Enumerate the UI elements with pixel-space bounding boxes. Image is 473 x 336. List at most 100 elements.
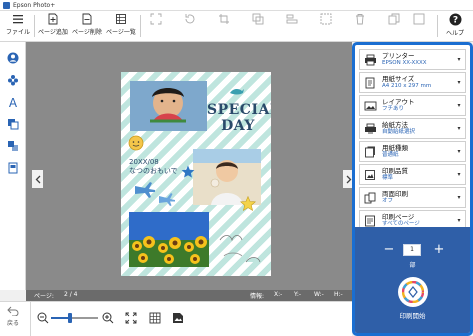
paper-size-selector[interactable]: 用紙サイズ A4 210 x 297 mm ▾ (359, 72, 466, 93)
page-indicator-value: 2 / 4 (64, 291, 78, 298)
template-tool-button[interactable] (5, 160, 21, 176)
layer-tool-button[interactable] (250, 13, 266, 40)
zoom-out-icon[interactable] (37, 312, 49, 324)
page-indicator-label: ページ: (34, 293, 54, 300)
photo-watermelon[interactable] (130, 81, 207, 131)
layout-icon (363, 99, 377, 113)
page-list-label: ページ一覧 (106, 29, 136, 36)
date-note[interactable]: 20XX/08 なつのおもいで (129, 158, 178, 176)
chevron-down-icon: ▾ (457, 102, 461, 109)
bird-stamp-icon[interactable] (229, 86, 245, 96)
paper-size-title: 用紙サイズ (382, 75, 415, 83)
zoom-slider[interactable] (51, 313, 98, 323)
title-bar: Epson Photo+ (0, 0, 473, 11)
start-print-button[interactable] (398, 277, 428, 307)
frame-tool-button[interactable] (5, 116, 21, 132)
print-quality-title: 印刷品質 (382, 167, 408, 175)
layer-icon (252, 13, 264, 25)
fit-to-window-icon[interactable] (125, 312, 137, 324)
group-tool-button[interactable] (318, 13, 334, 40)
sun-stamp-icon[interactable] (127, 134, 145, 152)
duplex-value: オフ (382, 198, 394, 204)
sunflower-photo-image (129, 212, 209, 267)
status-bar: ページ: 2 / 4 情報: X:- Y:- W:- H:- (26, 290, 352, 301)
chevron-right-icon (346, 175, 351, 183)
paper-feed-title: 給紙方法 (382, 121, 408, 129)
background-tool-button[interactable] (5, 138, 21, 154)
back-label: 戻る (6, 320, 19, 327)
paper-size-value: A4 210 x 297 mm (382, 83, 432, 89)
heading-line-1: SPECIAL (207, 102, 271, 118)
back-button[interactable]: 戻る (4, 306, 22, 332)
x-coordinate: X:- (274, 291, 283, 298)
stamp-tool-button[interactable] (5, 72, 21, 88)
print-pages-icon (363, 214, 377, 228)
print-pages-title: 印刷ページ (382, 213, 415, 221)
crop-tool-button[interactable] (216, 13, 232, 40)
paper-size-icon (363, 76, 377, 90)
app-icon (3, 1, 10, 9)
date-note-line-1: 20XX/08 (129, 158, 159, 166)
toolbar-divider (34, 15, 35, 37)
page-list-icon (116, 14, 126, 24)
copy-tool-button[interactable] (386, 13, 402, 40)
toolbar-divider (140, 15, 141, 37)
add-page-button[interactable]: ページ追加 (38, 13, 68, 40)
person-tool-button[interactable] (5, 50, 21, 66)
delete-tool-button[interactable] (352, 13, 368, 40)
paper-type-selector[interactable]: 用紙種類 普通紙 ▾ (359, 141, 466, 162)
copies-input[interactable]: 1 (403, 244, 421, 256)
paper-feed-selector[interactable]: 給紙方法 自動給紙選択 ▾ (359, 118, 466, 139)
zoom-slider-fill (51, 317, 70, 319)
printer-selector[interactable]: プリンター EPSON XX-XXXX ▾ (359, 49, 466, 70)
more-tool-button[interactable] (411, 13, 427, 40)
duplex-title: 両面印刷 (382, 190, 408, 198)
help-button[interactable]: ? ヘルプ (442, 13, 468, 40)
fit-tool-button[interactable] (148, 13, 164, 40)
duplex-selector[interactable]: 両面印刷 オフ ▾ (359, 187, 466, 208)
file-menu-button[interactable]: ファイル (6, 13, 30, 40)
zoom-in-icon[interactable] (102, 312, 114, 324)
decrease-copies-button[interactable]: − (382, 243, 396, 257)
more-icon (413, 13, 425, 25)
paper-feed-icon (363, 122, 377, 136)
increase-copies-button[interactable]: + (432, 243, 446, 257)
starfish-stamp-icon[interactable] (181, 165, 195, 179)
airplane-stamps-icon[interactable] (133, 176, 183, 210)
bottom-toolbar: 戻る (0, 301, 352, 336)
printer-text: プリンター EPSON XX-XXXX (382, 52, 455, 67)
next-page-button[interactable] (343, 170, 352, 188)
image-icon[interactable] (172, 312, 184, 324)
align-tool-button[interactable] (284, 13, 300, 40)
paper-type-icon (363, 145, 377, 159)
doodle-stamps-icon[interactable] (216, 232, 266, 272)
rotate-tool-button[interactable] (182, 13, 198, 40)
paper-feed-value: 自動給紙選択 (382, 129, 416, 135)
left-tool-rail: A (0, 42, 26, 290)
template-icon (8, 162, 18, 174)
page-heading[interactable]: SPECIAL DAY (207, 102, 271, 134)
zoom-slider-thumb[interactable] (67, 313, 72, 323)
print-quality-selector[interactable]: 印刷品質 標準 ▾ (359, 164, 466, 185)
print-quality-value: 標準 (382, 175, 394, 181)
undo-icon (7, 306, 19, 316)
text-tool-button[interactable]: A (5, 94, 21, 110)
print-quality-text: 印刷品質 標準 (382, 167, 455, 182)
star-stamp-icon[interactable] (240, 196, 256, 212)
delete-page-button[interactable]: ページ削除 (72, 13, 102, 40)
group-icon (320, 13, 332, 25)
print-settings-panel: プリンター EPSON XX-XXXX ▾ 用紙サイズ A4 210 x 297… (352, 42, 473, 336)
layout-selector[interactable]: レイアウト フチあり ▾ (359, 95, 466, 116)
printer-icon (363, 53, 377, 67)
main-toolbar: ファイル ページ追加 ページ削除 ページ一覧 ? ヘルプ (0, 11, 473, 42)
photo-sunflowers[interactable] (129, 212, 209, 267)
add-page-icon (48, 13, 58, 25)
person-icon (7, 52, 19, 64)
editing-canvas[interactable]: SPECIAL DAY 20XX/08 なつのおもいで (26, 42, 352, 290)
previous-page-button[interactable] (32, 170, 43, 188)
grid-icon[interactable] (149, 312, 161, 324)
print-page[interactable]: SPECIAL DAY 20XX/08 なつのおもいで (121, 72, 271, 276)
chevron-down-icon: ▾ (457, 56, 461, 63)
page-list-button[interactable]: ページ一覧 (106, 13, 136, 40)
rotate-icon (185, 14, 195, 24)
